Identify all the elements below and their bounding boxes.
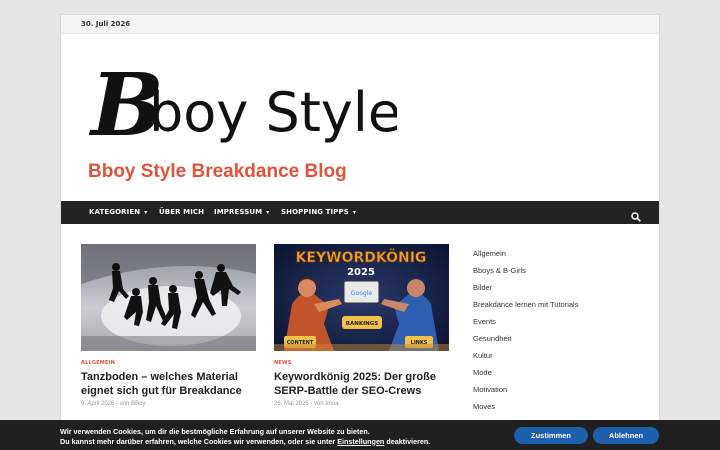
- svg-text:Google: Google: [351, 290, 372, 297]
- post-meta: 26. Mai 2025 - von khoa: [274, 401, 339, 407]
- nav-item-kategorien[interactable]: KATEGORIEN ▾: [89, 201, 147, 224]
- nav-item-impressum[interactable]: IMPRESSUM ▾: [214, 201, 269, 224]
- sidebar-item-bboys-bgirls[interactable]: Bboys & B-Girls: [473, 262, 578, 279]
- search-icon[interactable]: [631, 207, 641, 222]
- post-author[interactable]: BBoy: [131, 401, 145, 407]
- post-thumbnail[interactable]: KEYWORDKÖNIG 2025 Google RANKINGS CONTEN…: [274, 244, 449, 351]
- decline-cookies-button[interactable]: Ablehnen: [593, 427, 659, 444]
- nav-item-shopping-tipps[interactable]: SHOPPING TIPPS ▾: [281, 201, 356, 224]
- sidebar-item-kultur[interactable]: Kultur: [473, 347, 578, 364]
- sidebar-item-events[interactable]: Events: [473, 313, 578, 330]
- logo-text: boy Style: [149, 81, 397, 144]
- svg-text:2025: 2025: [347, 267, 375, 278]
- nav-item-ueber-mich[interactable]: ÜBER MICH: [159, 201, 204, 224]
- page-container: 30. Juli 2026 B boy Style Bboy Style Bre…: [60, 14, 660, 450]
- current-date: 30. Juli 2026: [81, 20, 131, 28]
- post-date[interactable]: 9. April 2026: [81, 401, 114, 407]
- site-title[interactable]: Bboy Style Breakdance Blog: [88, 161, 347, 183]
- chevron-down-icon: ▾: [352, 209, 356, 216]
- chevron-down-icon: ▾: [144, 209, 148, 216]
- post-card: ALLGEMEIN Tanzboden – welches Material e…: [81, 244, 256, 407]
- svg-text:RANKINGS: RANKINGS: [346, 321, 379, 327]
- category-sidebar: Allgemein Bboys & B-Girls Bilder Breakda…: [473, 245, 578, 415]
- post-title[interactable]: Keywordkönig 2025: Der große SERP-Battle…: [274, 370, 449, 398]
- post-meta: 9. April 2026 - von BBoy: [81, 401, 146, 407]
- post-card: KEYWORDKÖNIG 2025 Google RANKINGS CONTEN…: [274, 244, 449, 407]
- svg-text:KEYWORDKÖNIG: KEYWORDKÖNIG: [296, 248, 427, 266]
- post-title[interactable]: Tanzboden – welches Material eignet sich…: [81, 370, 256, 398]
- post-date[interactable]: 26. Mai 2025: [274, 401, 309, 407]
- sidebar-item-moves[interactable]: Moves: [473, 398, 578, 415]
- chevron-down-icon: ▾: [266, 209, 270, 216]
- accept-cookies-button[interactable]: Zustimmen: [514, 427, 588, 444]
- post-thumbnail[interactable]: [81, 244, 256, 351]
- cookie-message: Wir verwenden Cookies, um dir die bestmö…: [60, 427, 431, 446]
- sidebar-item-bilder[interactable]: Bilder: [473, 279, 578, 296]
- main-navigation: KATEGORIEN ▾ ÜBER MICH IMPRESSUM ▾ SHOPPIN…: [61, 201, 659, 224]
- sidebar-item-tutorials[interactable]: Breakdance lernen mit Tutorials: [473, 296, 578, 313]
- sidebar-item-gesundheit[interactable]: Gesundheit: [473, 330, 578, 347]
- top-bar: 30. Juli 2026: [61, 15, 659, 34]
- site-logo[interactable]: B boy Style: [87, 59, 397, 155]
- cookie-settings-link[interactable]: Einstellungen: [337, 437, 384, 446]
- post-category[interactable]: NEWS: [274, 360, 449, 366]
- post-category[interactable]: ALLGEMEIN: [81, 360, 256, 366]
- sidebar-item-allgemein[interactable]: Allgemein: [473, 245, 578, 262]
- cookie-banner: Wir verwenden Cookies, um dir die bestmö…: [0, 420, 720, 450]
- sidebar-item-mode[interactable]: Mode: [473, 364, 578, 381]
- post-author[interactable]: khoa: [325, 401, 338, 407]
- sidebar-item-motivation[interactable]: Motivation: [473, 381, 578, 398]
